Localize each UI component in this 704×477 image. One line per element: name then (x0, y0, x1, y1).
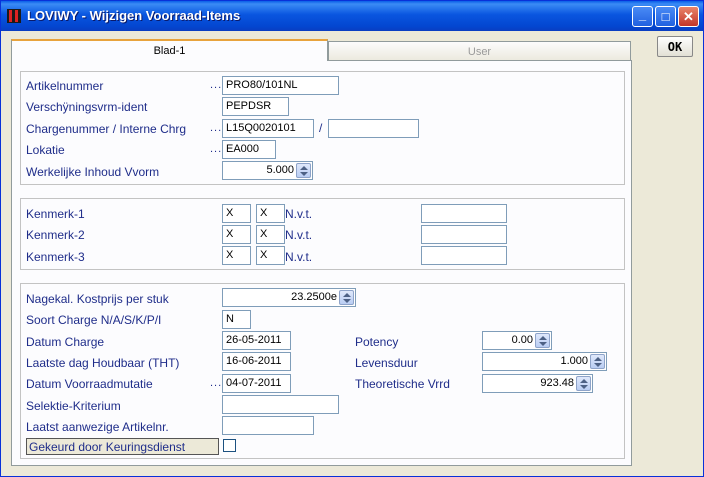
tht-label: Laatste dag Houdbaar (THT) (26, 356, 180, 370)
kenmerken-group: Kenmerk-1 X X N.v.t. Kenmerk-2 X X N.v.t… (20, 198, 625, 270)
laatst-artikel-field[interactable] (222, 416, 314, 435)
kenmerk-3-field-a[interactable]: X (222, 246, 251, 265)
theoretische-vrrd-stepper[interactable]: 923.48 (482, 374, 593, 393)
ok-button[interactable]: OK (657, 36, 693, 57)
kenmerk-2-text: N.v.t. (285, 228, 313, 242)
minimize-icon: _ (638, 7, 647, 22)
inhoud-value: 5.000 (266, 164, 294, 176)
kostprijs-value: 23.2500e (291, 291, 337, 303)
theoretische-vrrd-spin-icon[interactable] (576, 376, 591, 391)
tab-blad-1[interactable]: Blad-1 (11, 39, 328, 61)
soort-charge-field[interactable]: N (222, 310, 251, 329)
kenmerk-2-label: Kenmerk-2 (26, 228, 85, 242)
selektie-field[interactable] (222, 395, 339, 414)
theoretische-vrrd-value: 923.48 (540, 377, 574, 389)
datum-charge-label: Datum Charge (26, 335, 105, 349)
kostprijs-stepper[interactable]: 23.2500e (222, 288, 356, 307)
charge-separator: / (319, 121, 323, 135)
gekeurd-label: Gekeurd door Keuringsdienst (26, 438, 219, 455)
kenmerk-2-field-b[interactable]: X (256, 225, 285, 244)
kostprijs-spin-icon[interactable] (339, 290, 354, 305)
levensduur-spin-icon[interactable] (590, 354, 605, 369)
inhoud-spin-icon[interactable] (296, 163, 311, 178)
lokatie-lookup[interactable]: ... (210, 143, 222, 155)
chargenummer-lookup[interactable]: ... (210, 122, 222, 134)
laatst-artikel-label: Laatst aanwezige Artikelnr. (26, 420, 169, 434)
title-bar[interactable]: LOVIWY - Wijzigen Voorraad-Items _ □ ✕ (1, 1, 703, 31)
kenmerk-1-extra-field[interactable] (421, 204, 507, 223)
kenmerk-3-extra-field[interactable] (421, 246, 507, 265)
kenmerk-1-field-b[interactable]: X (256, 204, 285, 223)
inhoud-label: Werkelijke Inhoud Vvorm (26, 165, 160, 179)
close-icon: ✕ (683, 8, 694, 24)
verschijning-label: Verschÿningsvrm-ident (26, 100, 148, 114)
potency-spin-icon[interactable] (535, 333, 550, 348)
levensduur-value: 1.000 (560, 355, 588, 367)
kenmerk-1-text: N.v.t. (285, 207, 313, 221)
tab-panel: Artikelnummer ... PRO80/101NL Verschÿnin… (11, 60, 632, 466)
main-window: LOVIWY - Wijzigen Voorraad-Items _ □ ✕ O… (0, 0, 704, 477)
levensduur-label: Levensduur (355, 356, 418, 370)
maximize-icon: □ (661, 9, 670, 24)
tab-user[interactable]: User (328, 41, 631, 61)
artikelnummer-label: Artikelnummer (26, 79, 104, 93)
kenmerk-3-field-b[interactable]: X (256, 246, 285, 265)
lokatie-field[interactable]: EA000 (222, 140, 276, 159)
chargenummer-label: Chargenummer / Interne Chrg (26, 122, 187, 136)
kostprijs-label: Nagekal. Kostprijs per stuk (26, 292, 169, 306)
kenmerk-3-text: N.v.t. (285, 250, 313, 264)
voorraadmutatie-label: Datum Voorraadmutatie (26, 377, 153, 391)
voorraadmutatie-field[interactable]: 04-07-2011 (222, 374, 291, 393)
identification-group: Artikelnummer ... PRO80/101NL Verschÿnin… (20, 71, 625, 185)
window-title: LOVIWY - Wijzigen Voorraad-Items (27, 8, 241, 23)
inhoud-stepper[interactable]: 5.000 (222, 161, 313, 180)
app-icon (7, 9, 21, 23)
chargenummer-field[interactable]: L15Q0020101 (222, 119, 314, 138)
selektie-label: Selektie-Kriterium (26, 399, 121, 413)
potency-value: 0.00 (511, 334, 533, 346)
artikelnummer-field[interactable]: PRO80/101NL (222, 76, 339, 95)
kenmerk-2-field-a[interactable]: X (222, 225, 251, 244)
kenmerk-1-label: Kenmerk-1 (26, 207, 85, 221)
datum-charge-field[interactable]: 26-05-2011 (222, 331, 291, 350)
close-button[interactable]: ✕ (678, 6, 699, 27)
theoretische-vrrd-label: Theoretische Vrrd (355, 377, 450, 391)
artikelnummer-lookup[interactable]: ... (210, 79, 222, 91)
interne-charge-field[interactable] (328, 119, 419, 138)
tht-field[interactable]: 16-06-2011 (222, 352, 291, 371)
potency-label: Potency (355, 335, 399, 349)
potency-stepper[interactable]: 0.00 (482, 331, 552, 350)
voorraadmutatie-lookup[interactable]: ... (210, 377, 222, 389)
maximize-button[interactable]: □ (655, 6, 676, 27)
kenmerk-2-extra-field[interactable] (421, 225, 507, 244)
kenmerk-3-label: Kenmerk-3 (26, 250, 85, 264)
lokatie-label: Lokatie (26, 143, 65, 157)
charge-details-group: Nagekal. Kostprijs per stuk 23.2500e Soo… (20, 283, 625, 459)
soort-charge-label: Soort Charge N/A/S/K/P/I (26, 313, 162, 327)
levensduur-stepper[interactable]: 1.000 (482, 352, 607, 371)
kenmerk-1-field-a[interactable]: X (222, 204, 251, 223)
gekeurd-checkbox[interactable] (223, 439, 236, 452)
verschijning-field[interactable]: PEPDSR (222, 97, 289, 116)
minimize-button[interactable]: _ (632, 6, 653, 27)
